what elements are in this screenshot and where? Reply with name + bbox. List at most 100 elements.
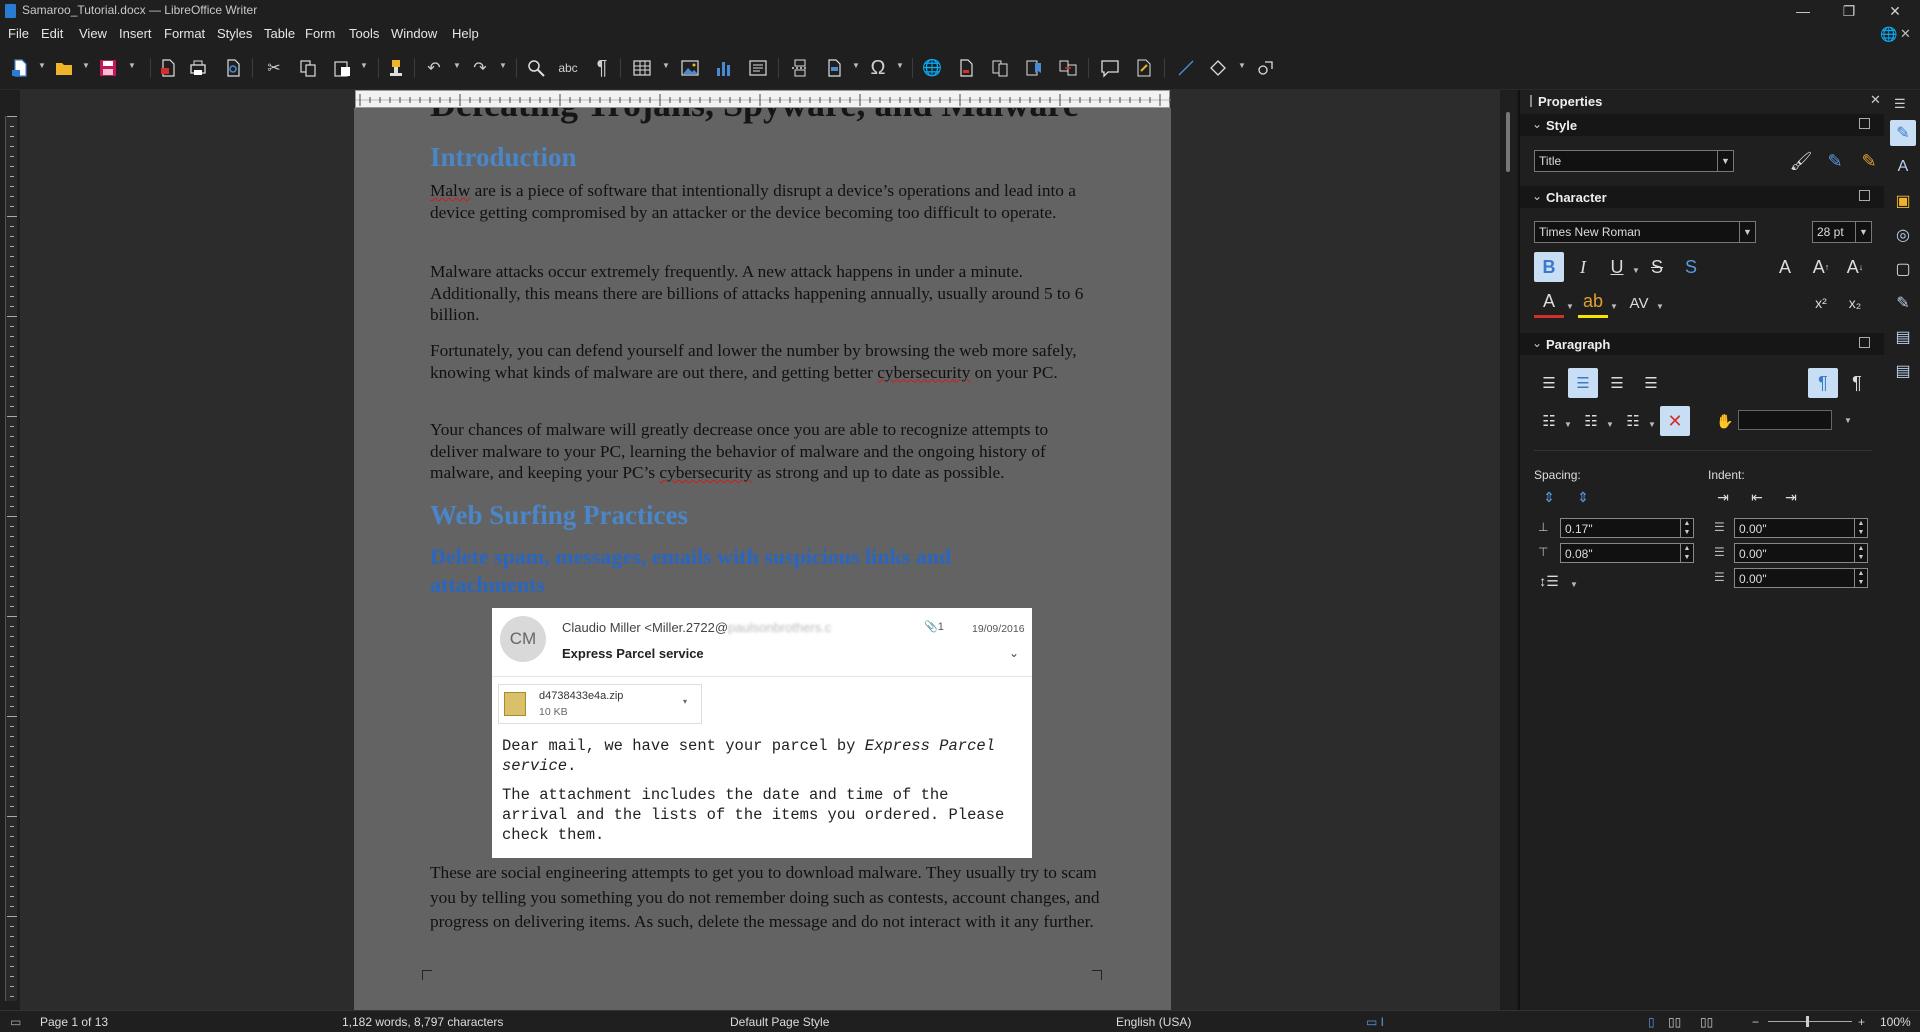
print-preview-icon[interactable] bbox=[221, 56, 245, 80]
sidebar-menu-icon[interactable]: ☰ bbox=[1894, 96, 1906, 112]
insert-table-icon[interactable] bbox=[630, 56, 654, 80]
style-inspector-tab-icon[interactable]: ✎ bbox=[1890, 290, 1916, 316]
font-color-button[interactable]: A bbox=[1534, 288, 1564, 318]
page-tab-icon[interactable]: ▢ bbox=[1890, 256, 1916, 282]
open-folder-icon[interactable] bbox=[52, 56, 76, 80]
cross-reference-icon[interactable] bbox=[1056, 56, 1080, 80]
book-view-icon[interactable]: ▯▯ bbox=[1700, 1015, 1713, 1029]
misspelled-word[interactable]: Malw bbox=[430, 181, 470, 200]
chevron-down-icon[interactable]: ▼ bbox=[852, 62, 860, 70]
chevron-down-icon[interactable]: ▼ bbox=[662, 62, 670, 70]
properties-tab-icon[interactable]: ✎ bbox=[1890, 120, 1916, 146]
paragraph-style-select[interactable]: Title ▼ bbox=[1534, 150, 1734, 172]
insert-mode-icon[interactable]: ▭ I bbox=[1366, 1015, 1384, 1029]
bold-button[interactable]: B bbox=[1534, 252, 1564, 282]
menu-styles[interactable]: Styles bbox=[217, 26, 252, 41]
underline-button[interactable]: U bbox=[1602, 252, 1632, 282]
maximize-button[interactable]: ❐ bbox=[1826, 0, 1872, 22]
new-style-icon[interactable]: ✎ bbox=[1820, 146, 1850, 176]
chevron-down-icon[interactable]: ▼ bbox=[1648, 420, 1656, 429]
menu-insert[interactable]: Insert bbox=[119, 26, 152, 41]
bookmark-icon[interactable] bbox=[1022, 56, 1046, 80]
insert-field-icon[interactable] bbox=[822, 56, 846, 80]
more-options-icon[interactable] bbox=[1859, 337, 1870, 348]
menu-edit[interactable]: Edit bbox=[41, 26, 63, 41]
menu-window[interactable]: Window bbox=[391, 26, 437, 41]
zoom-level[interactable]: 100% bbox=[1880, 1015, 1911, 1029]
style-section-header[interactable]: ⌄ Style bbox=[1520, 114, 1884, 136]
menu-view[interactable]: View bbox=[79, 26, 107, 41]
chevron-down-icon[interactable]: ▼ bbox=[1844, 416, 1852, 425]
paste-icon[interactable] bbox=[330, 56, 354, 80]
left-to-right-button[interactable]: ¶ bbox=[1808, 368, 1838, 398]
highlight-color-button[interactable]: ab bbox=[1578, 288, 1608, 318]
close-document-icon[interactable]: ✕ bbox=[1900, 26, 1911, 42]
menu-table[interactable]: Table bbox=[264, 26, 295, 41]
after-text-indent-input[interactable]: 0.00" ▲ ▼ bbox=[1734, 543, 1868, 563]
font-size-select[interactable]: 28 pt ▼ bbox=[1812, 221, 1872, 243]
line-spacing-icon[interactable]: ↕☰ bbox=[1534, 566, 1564, 596]
save-status-icon[interactable]: ▭ bbox=[10, 1015, 21, 1029]
increase-spacing-icon[interactable]: ⇕ bbox=[1534, 482, 1564, 512]
insert-line-icon[interactable] bbox=[1174, 56, 1198, 80]
chevron-down-icon[interactable]: ▼ bbox=[1606, 420, 1614, 429]
globe-icon[interactable]: 🌐 bbox=[1880, 26, 1897, 43]
footnote-icon[interactable] bbox=[954, 56, 978, 80]
above-paragraph-spacing-input[interactable]: 0.17" ▲ ▼ bbox=[1560, 518, 1694, 538]
zoom-slider-handle[interactable] bbox=[1806, 1016, 1809, 1027]
track-changes-icon[interactable] bbox=[1132, 56, 1156, 80]
menu-tools[interactable]: Tools bbox=[349, 26, 379, 41]
page-style[interactable]: Default Page Style bbox=[730, 1015, 829, 1029]
increase-font-size-icon[interactable]: A ↑ bbox=[1806, 252, 1836, 282]
chevron-down-icon[interactable]: ▼ bbox=[82, 62, 90, 70]
chevron-down-icon[interactable]: ▼ bbox=[1570, 580, 1578, 589]
page-count[interactable]: Page 1 of 13 bbox=[40, 1015, 108, 1029]
align-left-button[interactable]: ☰ bbox=[1534, 368, 1564, 398]
chevron-down-icon[interactable]: ▼ bbox=[1564, 420, 1572, 429]
comment-icon[interactable] bbox=[1098, 56, 1122, 80]
spelling-icon[interactable]: abc bbox=[556, 56, 580, 80]
basic-shapes-icon[interactable] bbox=[1206, 56, 1230, 80]
numbered-list-button[interactable]: ☷ bbox=[1576, 406, 1606, 436]
gallery-tab-icon[interactable]: ▣ bbox=[1890, 188, 1916, 214]
chevron-down-icon[interactable]: ▼ bbox=[128, 62, 136, 70]
decrease-indent-icon[interactable]: ⇤ bbox=[1742, 482, 1772, 512]
justify-button[interactable]: ☰ bbox=[1636, 368, 1666, 398]
chevron-down-icon[interactable]: ▼ bbox=[38, 62, 46, 70]
background-color-icon[interactable]: ✋ bbox=[1710, 406, 1740, 436]
close-window-button[interactable]: ✕ bbox=[1872, 0, 1918, 22]
update-style-icon[interactable]: ✎ bbox=[1854, 146, 1884, 176]
italic-button[interactable]: I bbox=[1568, 252, 1598, 282]
paragraph-section-header[interactable]: ⌄ Paragraph bbox=[1520, 333, 1884, 355]
shadow-button[interactable]: S bbox=[1676, 252, 1706, 282]
background-color-field[interactable] bbox=[1738, 410, 1832, 430]
minimize-button[interactable]: — bbox=[1780, 0, 1826, 22]
clone-formatting-icon[interactable] bbox=[384, 56, 408, 80]
clear-formatting-icon[interactable]: A bbox=[1770, 252, 1800, 282]
menu-file[interactable]: File bbox=[8, 26, 29, 41]
horizontal-ruler[interactable] bbox=[355, 90, 1171, 108]
chevron-down-icon[interactable]: ▼ bbox=[360, 62, 368, 70]
insert-textbox-icon[interactable] bbox=[746, 56, 770, 80]
chevron-down-icon[interactable]: ▼ bbox=[1610, 302, 1618, 311]
page-break-icon[interactable] bbox=[788, 56, 812, 80]
insert-image-icon[interactable] bbox=[678, 56, 702, 80]
increase-indent-icon[interactable]: ⇥ bbox=[1708, 482, 1738, 512]
word-count[interactable]: 1,182 words, 8,797 characters bbox=[342, 1015, 503, 1029]
save-icon[interactable] bbox=[96, 56, 120, 80]
strikethrough-button[interactable]: S bbox=[1642, 252, 1672, 282]
hanging-indent-icon[interactable]: ⇥ bbox=[1776, 482, 1806, 512]
chevron-down-icon[interactable]: ▼ bbox=[1238, 62, 1246, 70]
undo-icon[interactable]: ↶ bbox=[422, 56, 446, 80]
align-center-button[interactable]: ☰ bbox=[1568, 368, 1598, 398]
character-section-header[interactable]: ⌄ Character bbox=[1520, 186, 1884, 208]
chevron-down-icon[interactable]: ▼ bbox=[1566, 302, 1574, 311]
print-icon[interactable] bbox=[186, 56, 210, 80]
chevron-down-icon[interactable]: ▼ bbox=[896, 62, 904, 70]
single-page-view-icon[interactable]: ▯ bbox=[1648, 1015, 1655, 1029]
redo-icon[interactable]: ↷ bbox=[468, 56, 492, 80]
manage-changes-tab-icon[interactable]: ▤ bbox=[1890, 324, 1916, 350]
special-character-icon[interactable]: Ω bbox=[866, 56, 890, 80]
styles-tab-icon[interactable]: A bbox=[1890, 154, 1916, 180]
menu-form[interactable]: Form bbox=[305, 26, 335, 41]
